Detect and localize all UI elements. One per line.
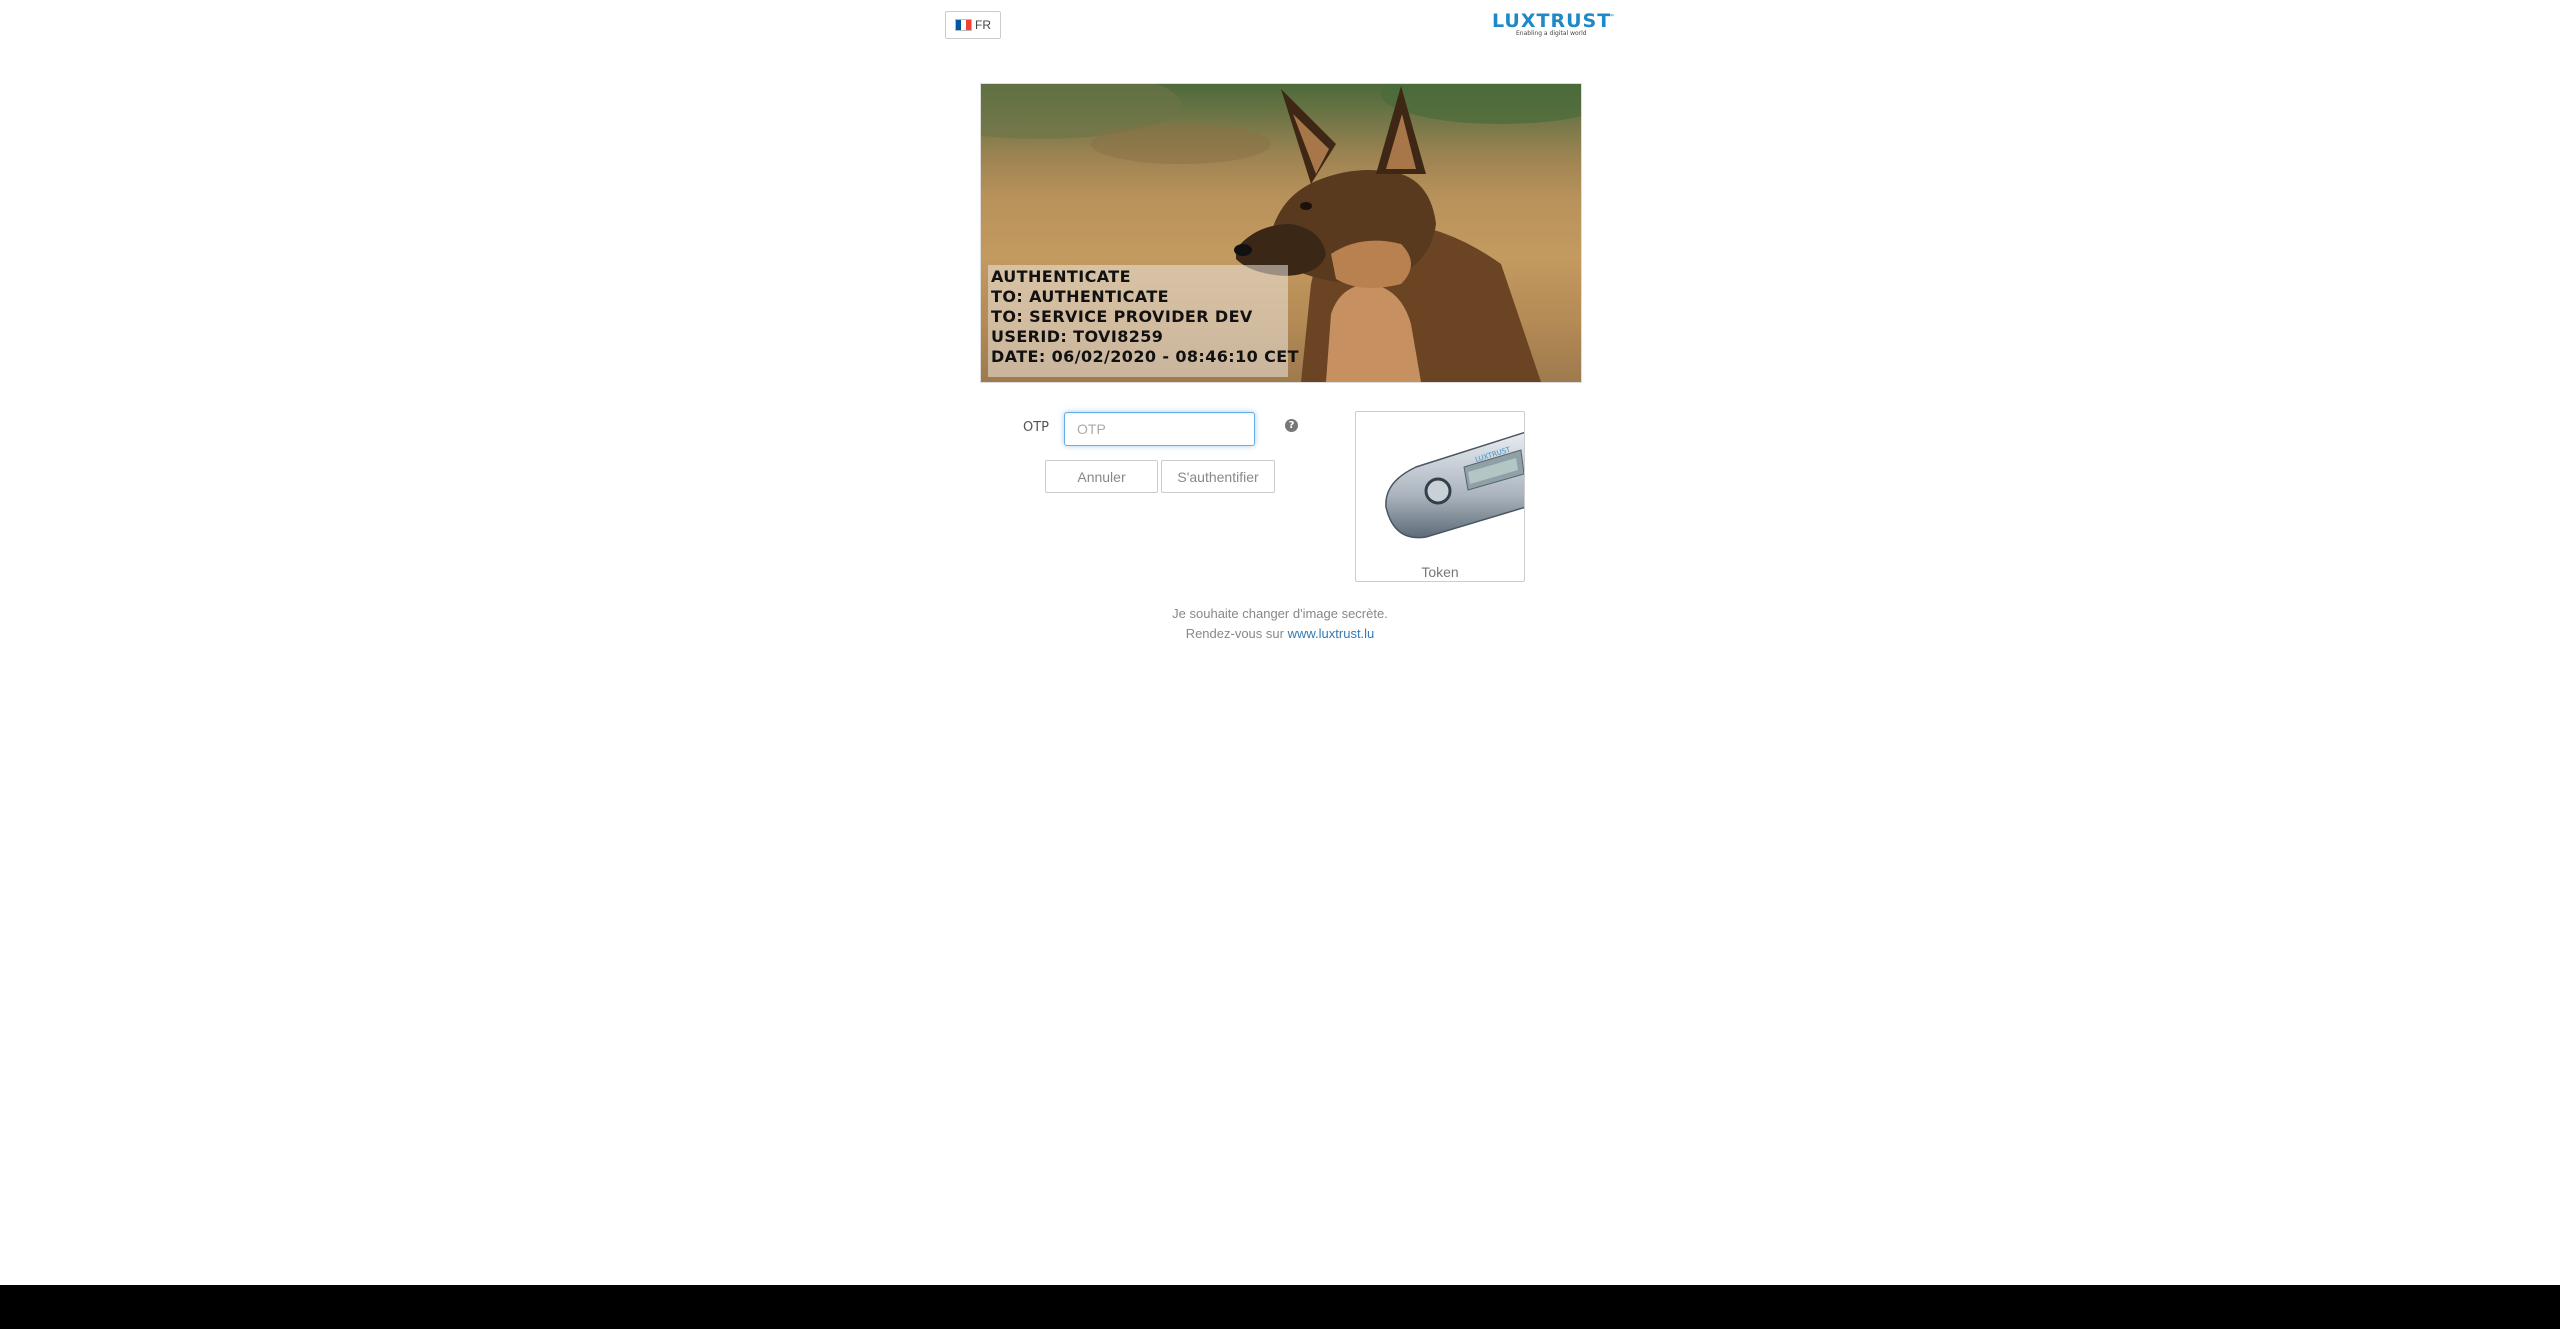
change-image-notice: Je souhaite changer d'image secrète. Ren… <box>1080 604 1480 644</box>
change-image-text: Je souhaite changer d'image secrète. <box>1172 606 1388 621</box>
otp-label: OTP <box>1023 420 1050 435</box>
secret-image-caption: AUTHENTICATE TO: AUTHENTICATE TO: SERVIC… <box>991 267 1299 367</box>
logo-wordmark: LUXTRUST <box>1492 10 1612 32</box>
caption-line: DATE: 06/02/2020 - 08:46:10 CET <box>991 347 1299 366</box>
caption-line: AUTHENTICATE <box>991 267 1131 286</box>
logo-tagline: Enabling a digital world <box>1516 30 1587 37</box>
france-flag-icon <box>955 19 972 31</box>
token-option-card[interactable]: LUXTRUST Token <box>1355 411 1525 582</box>
token-label: Token <box>1421 564 1459 580</box>
caption-line: TO: AUTHENTICATE <box>991 287 1169 306</box>
caption-line: USERID: TOVI8259 <box>991 327 1164 346</box>
question-circle-icon[interactable]: ? <box>1285 419 1298 432</box>
caption-line: TO: SERVICE PROVIDER DEV <box>991 307 1253 326</box>
cancel-button[interactable]: Annuler <box>1045 460 1158 493</box>
bottom-bar <box>0 1285 2560 1329</box>
language-selector-button[interactable]: FR <box>945 11 1001 39</box>
luxtrust-link[interactable]: www.luxtrust.lu <box>1288 626 1375 641</box>
otp-input[interactable] <box>1064 412 1255 446</box>
token-device-icon: LUXTRUST <box>1385 431 1524 539</box>
visit-prefix: Rendez-vous sur <box>1185 626 1284 641</box>
secret-image: AUTHENTICATE TO: AUTHENTICATE TO: SERVIC… <box>980 83 1582 383</box>
visit-line: Rendez-vous sur www.luxtrust.lu <box>1080 624 1480 644</box>
authenticate-button[interactable]: S'authentifier <box>1161 460 1275 493</box>
luxtrust-logo: LUXTRUST ™ Enabling a digital world <box>1492 12 1614 38</box>
logo-trademark: ™ <box>1608 14 1614 20</box>
language-code: FR <box>975 18 991 32</box>
